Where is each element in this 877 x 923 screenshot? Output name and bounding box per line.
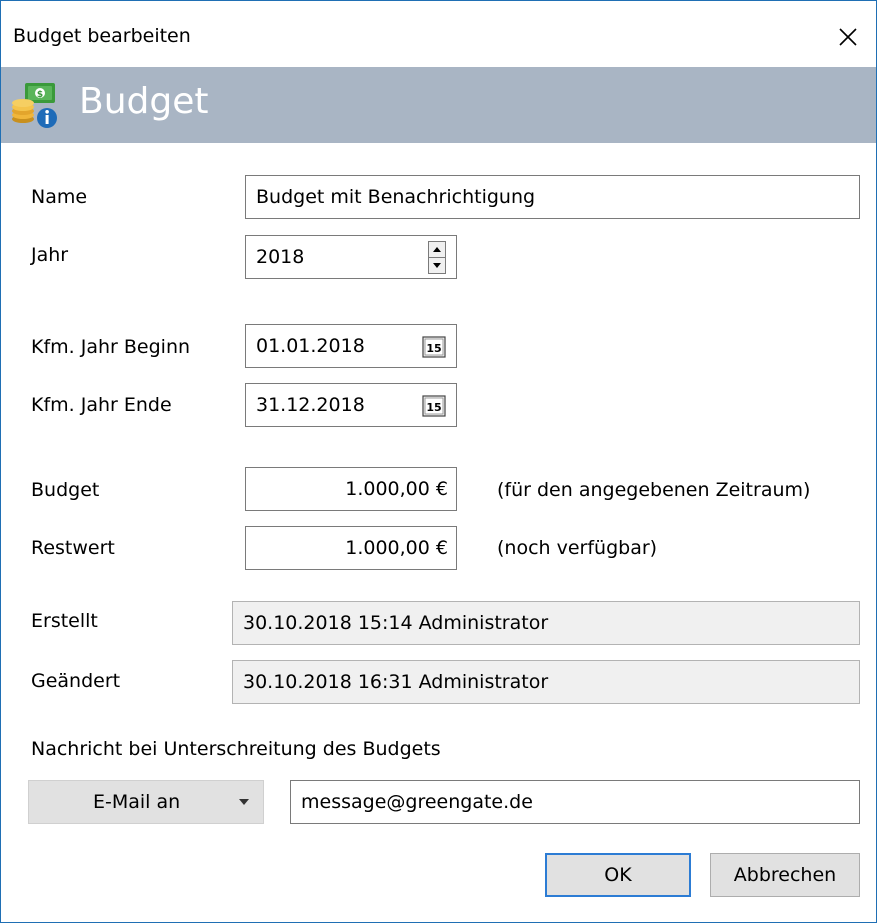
erstellt-value: 30.10.2018 15:14 Administrator bbox=[243, 612, 549, 634]
restwert-label: Restwert bbox=[31, 537, 115, 559]
kfm-ende-value: 31.12.2018 bbox=[256, 394, 365, 416]
jahr-label: Jahr bbox=[31, 244, 69, 266]
dialog-window: Budget bearbeiten $ Budget Name Budget m… bbox=[0, 0, 877, 923]
kfm-ende-date-input[interactable]: 31.12.2018 15 bbox=[245, 383, 457, 427]
erstellt-label: Erstellt bbox=[31, 610, 98, 632]
jahr-value: 2018 bbox=[256, 246, 305, 268]
geaendert-value: 30.10.2018 16:31 Administrator bbox=[243, 671, 549, 693]
geaendert-readonly-field: 30.10.2018 16:31 Administrator bbox=[232, 660, 860, 704]
ok-label: OK bbox=[604, 864, 632, 886]
arrow-up-icon bbox=[433, 247, 441, 252]
close-button[interactable] bbox=[820, 13, 876, 61]
chevron-down-icon bbox=[239, 799, 249, 805]
kfm-beginn-date-input[interactable]: 01.01.2018 15 bbox=[245, 324, 457, 368]
arrow-down-icon bbox=[433, 263, 441, 268]
title-bar: Budget bearbeiten bbox=[1, 1, 876, 67]
kfm-beginn-label: Kfm. Jahr Beginn bbox=[31, 336, 191, 358]
cancel-button[interactable]: Abbrechen bbox=[710, 853, 860, 897]
calendar-icon-text: 15 bbox=[426, 401, 441, 414]
dropdown-label: E-Mail an bbox=[93, 791, 181, 813]
erstellt-readonly-field: 30.10.2018 15:14 Administrator bbox=[232, 601, 860, 645]
spin-down-button[interactable] bbox=[428, 258, 446, 274]
budget-amount-input[interactable]: 1.000,00 € bbox=[245, 467, 457, 511]
svg-text:$: $ bbox=[37, 90, 43, 100]
name-label: Name bbox=[31, 186, 88, 208]
calendar-icon[interactable]: 15 bbox=[422, 336, 446, 358]
cancel-label: Abbrechen bbox=[733, 864, 837, 886]
spin-up-button[interactable] bbox=[428, 241, 446, 258]
name-value: Budget mit Benachrichtigung bbox=[256, 186, 536, 208]
jahr-input[interactable]: 2018 bbox=[245, 235, 457, 279]
kfm-ende-label: Kfm. Jahr Ende bbox=[31, 394, 172, 416]
budget-value: 1.000,00 € bbox=[345, 478, 448, 500]
calendar-icon-text: 15 bbox=[426, 342, 441, 355]
header-band: $ Budget bbox=[1, 67, 876, 143]
budget-label: Budget bbox=[31, 479, 100, 501]
restwert-value: 1.000,00 € bbox=[345, 537, 448, 559]
budget-note: (für den angegebenen Zeitraum) bbox=[497, 479, 811, 501]
header-title: Budget bbox=[79, 81, 209, 122]
budget-money-info-icon: $ bbox=[12, 83, 57, 128]
name-input[interactable]: Budget mit Benachrichtigung bbox=[245, 175, 860, 219]
jahr-spinner[interactable] bbox=[428, 241, 446, 274]
geaendert-label: Geändert bbox=[31, 670, 121, 692]
email-input[interactable]: message@greengate.de bbox=[290, 780, 860, 824]
notification-label: Nachricht bei Unterschreitung des Budget… bbox=[31, 738, 441, 760]
calendar-icon[interactable]: 15 bbox=[422, 395, 446, 417]
kfm-beginn-value: 01.01.2018 bbox=[256, 335, 365, 357]
restwert-amount-input[interactable]: 1.000,00 € bbox=[245, 526, 457, 570]
window-title: Budget bearbeiten bbox=[13, 25, 191, 47]
ok-button[interactable]: OK bbox=[545, 853, 691, 897]
restwert-note: (noch verfügbar) bbox=[497, 537, 658, 559]
close-icon bbox=[839, 28, 857, 46]
email-value: message@greengate.de bbox=[301, 791, 533, 813]
email-dropdown-button[interactable]: E-Mail an bbox=[28, 780, 264, 824]
